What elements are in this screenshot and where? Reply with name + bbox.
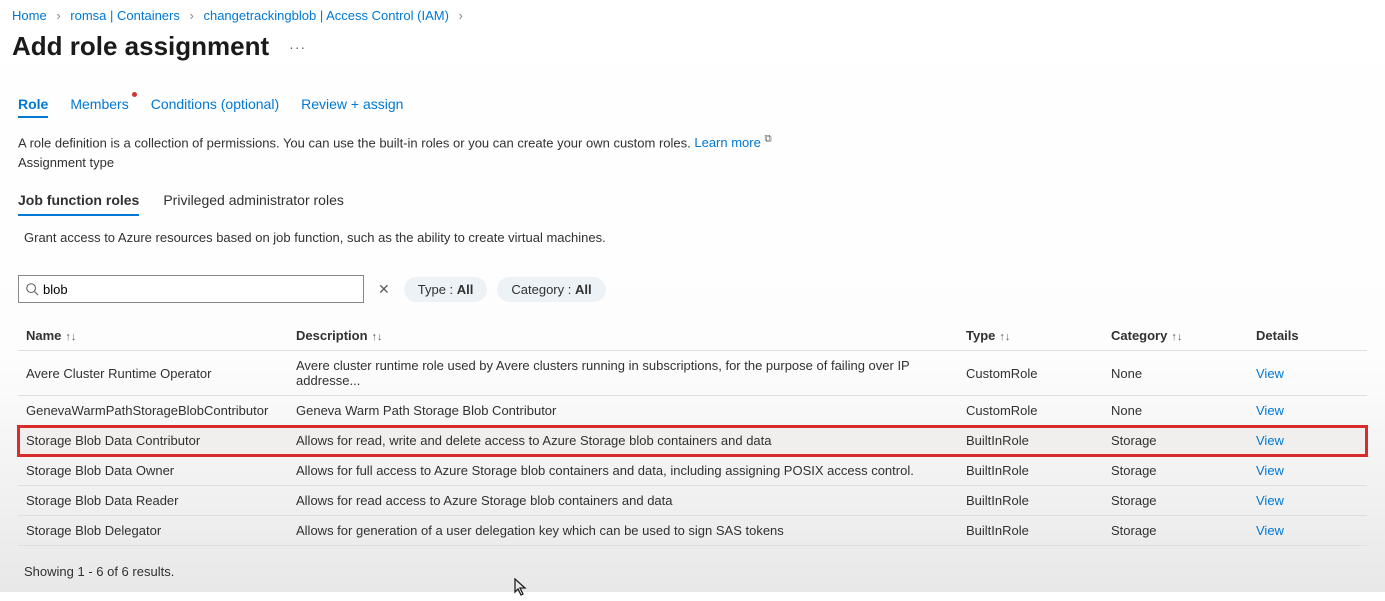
tab-members[interactable]: Members	[70, 96, 128, 118]
cell-type: BuiltInRole	[966, 493, 1111, 508]
sort-icon: ↑↓	[999, 331, 1010, 343]
view-link[interactable]: View	[1256, 463, 1376, 478]
breadcrumb: Home › romsa | Containers › changetracki…	[0, 0, 1385, 27]
view-link[interactable]: View	[1256, 366, 1376, 381]
filter-type-pill[interactable]: Type : All	[404, 277, 488, 302]
table-row[interactable]: Storage Blob Data ReaderAllows for read …	[18, 486, 1367, 516]
tab-review-assign[interactable]: Review + assign	[301, 96, 403, 118]
filter-type-value: All	[457, 282, 474, 297]
col-category[interactable]: Category↑↓	[1111, 328, 1256, 343]
cell-name: Avere Cluster Runtime Operator	[26, 366, 296, 381]
view-link[interactable]: View	[1256, 493, 1376, 508]
cell-description: Avere cluster runtime role used by Avere…	[296, 358, 966, 388]
role-description: A role definition is a collection of per…	[0, 118, 1385, 174]
results-count: Showing 1 - 6 of 6 results.	[0, 546, 1385, 597]
col-type[interactable]: Type↑↓	[966, 328, 1111, 343]
assignment-type-label: Assignment type	[18, 153, 1367, 173]
cell-name: Storage Blob Delegator	[26, 523, 296, 538]
tab-role[interactable]: Role	[18, 96, 48, 118]
col-name[interactable]: Name↑↓	[26, 328, 296, 343]
table-row[interactable]: GenevaWarmPathStorageBlobContributorGene…	[18, 396, 1367, 426]
clear-search-button[interactable]: ✕	[374, 281, 394, 298]
cell-type: BuiltInRole	[966, 463, 1111, 478]
chevron-right-icon: ›	[190, 8, 194, 23]
col-details: Details	[1256, 328, 1376, 343]
cell-name: GenevaWarmPathStorageBlobContributor	[26, 403, 296, 418]
chevron-right-icon: ›	[459, 8, 463, 23]
search-input-wrapper[interactable]	[18, 275, 364, 303]
roles-table: Name↑↓ Description↑↓ Type↑↓ Category↑↓ D…	[18, 321, 1367, 546]
sort-icon: ↑↓	[372, 331, 383, 343]
attention-dot-icon	[132, 92, 137, 97]
table-row[interactable]: Storage Blob DelegatorAllows for generat…	[18, 516, 1367, 546]
sort-icon: ↑↓	[1171, 331, 1182, 343]
table-row[interactable]: Storage Blob Data OwnerAllows for full a…	[18, 456, 1367, 486]
cell-category: Storage	[1111, 433, 1256, 448]
table-header-row: Name↑↓ Description↑↓ Type↑↓ Category↑↓ D…	[18, 321, 1367, 351]
external-link-icon: ⧉	[764, 134, 771, 145]
breadcrumb-iam[interactable]: changetrackingblob | Access Control (IAM…	[203, 8, 448, 23]
cell-description: Allows for read, write and delete access…	[296, 433, 966, 448]
filter-row: ✕ Type : All Category : All	[0, 247, 1385, 311]
subtab-description: Grant access to Azure resources based on…	[0, 216, 1385, 247]
wizard-tabs: Role Members Conditions (optional) Revie…	[0, 76, 1385, 118]
cell-type: CustomRole	[966, 403, 1111, 418]
cell-category: Storage	[1111, 463, 1256, 478]
chevron-right-icon: ›	[56, 8, 60, 23]
cell-type: BuiltInRole	[966, 433, 1111, 448]
view-link[interactable]: View	[1256, 523, 1376, 538]
cell-type: CustomRole	[966, 366, 1111, 381]
role-description-text: A role definition is a collection of per…	[18, 135, 694, 150]
more-actions-button[interactable]: ···	[289, 39, 306, 55]
cell-category: None	[1111, 366, 1256, 381]
tab-conditions[interactable]: Conditions (optional)	[151, 96, 279, 118]
cell-description: Allows for generation of a user delegati…	[296, 523, 966, 538]
table-row[interactable]: Avere Cluster Runtime OperatorAvere clus…	[18, 351, 1367, 396]
table-row[interactable]: Storage Blob Data ContributorAllows for …	[18, 426, 1367, 456]
learn-more-link[interactable]: Learn more ⧉	[694, 135, 771, 150]
cell-description: Geneva Warm Path Storage Blob Contributo…	[296, 403, 966, 418]
breadcrumb-containers[interactable]: romsa | Containers	[70, 8, 180, 23]
cell-category: Storage	[1111, 493, 1256, 508]
cell-description: Allows for full access to Azure Storage …	[296, 463, 966, 478]
view-link[interactable]: View	[1256, 433, 1376, 448]
view-link[interactable]: View	[1256, 403, 1376, 418]
cell-name: Storage Blob Data Contributor	[26, 433, 296, 448]
filter-category-pill[interactable]: Category : All	[497, 277, 605, 302]
filter-category-label: Category :	[511, 282, 575, 297]
page-title-row: Add role assignment ···	[0, 27, 1385, 76]
role-type-tabs: Job function roles Privileged administra…	[0, 174, 1385, 216]
subtab-job-function[interactable]: Job function roles	[18, 192, 139, 216]
cell-category: Storage	[1111, 523, 1256, 538]
cell-description: Allows for read access to Azure Storage …	[296, 493, 966, 508]
cell-name: Storage Blob Data Reader	[26, 493, 296, 508]
search-icon	[25, 282, 39, 296]
cell-type: BuiltInRole	[966, 523, 1111, 538]
breadcrumb-home[interactable]: Home	[12, 8, 47, 23]
sort-icon: ↑↓	[65, 331, 76, 343]
cell-category: None	[1111, 403, 1256, 418]
cell-name: Storage Blob Data Owner	[26, 463, 296, 478]
filter-type-label: Type :	[418, 282, 457, 297]
filter-category-value: All	[575, 282, 592, 297]
col-description[interactable]: Description↑↓	[296, 328, 966, 343]
subtab-privileged-admin[interactable]: Privileged administrator roles	[163, 192, 344, 216]
page-title: Add role assignment	[12, 31, 269, 62]
tab-members-label: Members	[70, 96, 128, 112]
search-input[interactable]	[39, 280, 357, 299]
